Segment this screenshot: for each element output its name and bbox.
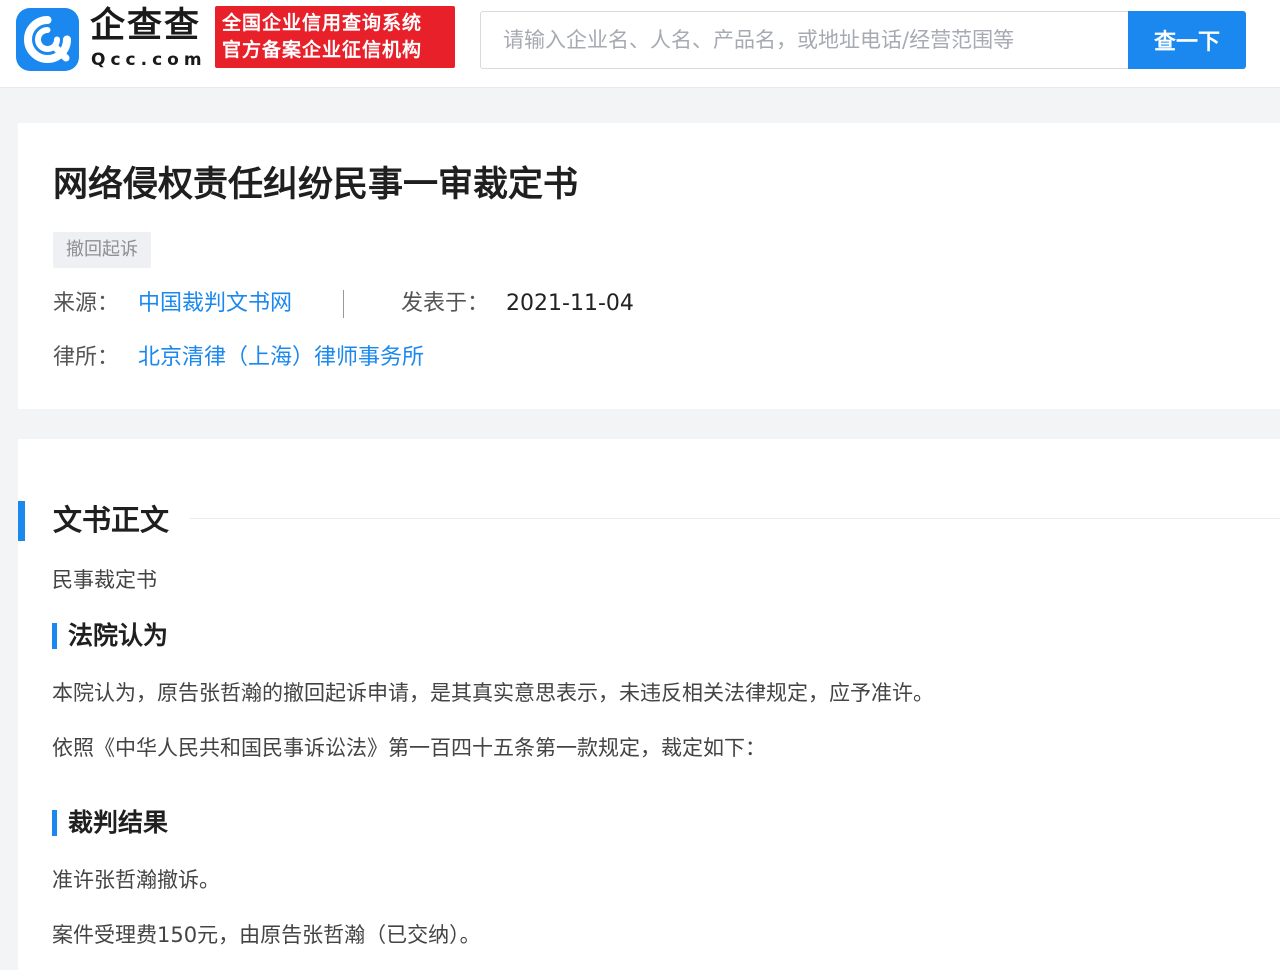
document-body-card: 文书正文 民事裁定书 法院认为 本院认为，原告张哲瀚的撤回起诉申请，是其真实意思… [18, 439, 1280, 970]
search-input[interactable] [480, 11, 1130, 69]
section-title: 文书正文 [53, 503, 170, 537]
ruling-accent-bar [52, 810, 57, 836]
court-opinion-title: 法院认为 [68, 621, 169, 650]
document-header-card: 网络侵权责任纠纷民事一审裁定书 撤回起诉 来源： 中国裁判文书网 发表于： 20… [18, 123, 1280, 409]
published-label: 发表于： [401, 291, 490, 316]
ruling-paragraph-2: 案件受理费150元，由原告张哲瀚（已交纳）。 [52, 923, 481, 947]
ruling-paragraph-1: 准许张哲瀚撤诉。 [52, 868, 220, 892]
brand[interactable]: 企查查 Qcc.com [90, 6, 208, 70]
firm-label: 律所： [53, 345, 120, 370]
top-header: 企查查 Qcc.com 全国企业信用查询系统 官方备案企业征信机构 查一下 [0, 0, 1280, 88]
meta-divider [343, 290, 345, 318]
published-date: 2021-11-04 [506, 291, 634, 316]
firm-link[interactable]: 北京清律（上海）律师事务所 [138, 345, 424, 370]
brand-name: 企查查 [90, 6, 202, 46]
source-link[interactable]: 中国裁判文书网 [138, 291, 292, 316]
slogan-line-1: 全国企业信用查询系统 [222, 12, 423, 34]
ruling-title: 裁判结果 [68, 808, 169, 837]
court-opinion-accent-bar [52, 623, 57, 649]
brand-domain: Qcc.com [91, 50, 207, 70]
qcc-logo-icon[interactable] [16, 8, 79, 71]
doc-type: 民事裁定书 [52, 568, 157, 592]
search-button[interactable]: 查一下 [1128, 11, 1246, 69]
source-label: 来源： [53, 291, 120, 316]
slogan-badge: 全国企业信用查询系统 官方备案企业征信机构 [215, 6, 455, 68]
document-title: 网络侵权责任纠纷民事一审裁定书 [53, 165, 579, 205]
slogan-line-2: 官方备案企业征信机构 [222, 39, 423, 61]
source-row: 来源： 中国裁判文书网 发表于： 2021-11-04 [53, 289, 634, 319]
section-accent-bar [18, 501, 25, 541]
section-divider [190, 518, 1280, 519]
firm-row: 律所： 北京清律（上海）律师事务所 [53, 343, 424, 373]
court-opinion-paragraph-1: 本院认为，原告张哲瀚的撤回起诉申请，是其真实意思表示，未违反相关法律规定，应予准… [52, 681, 934, 705]
status-tag: 撤回起诉 [53, 232, 151, 268]
court-opinion-paragraph-2: 依照《中华人民共和国民事诉讼法》第一百四十五条第一款规定，裁定如下： [52, 736, 766, 760]
